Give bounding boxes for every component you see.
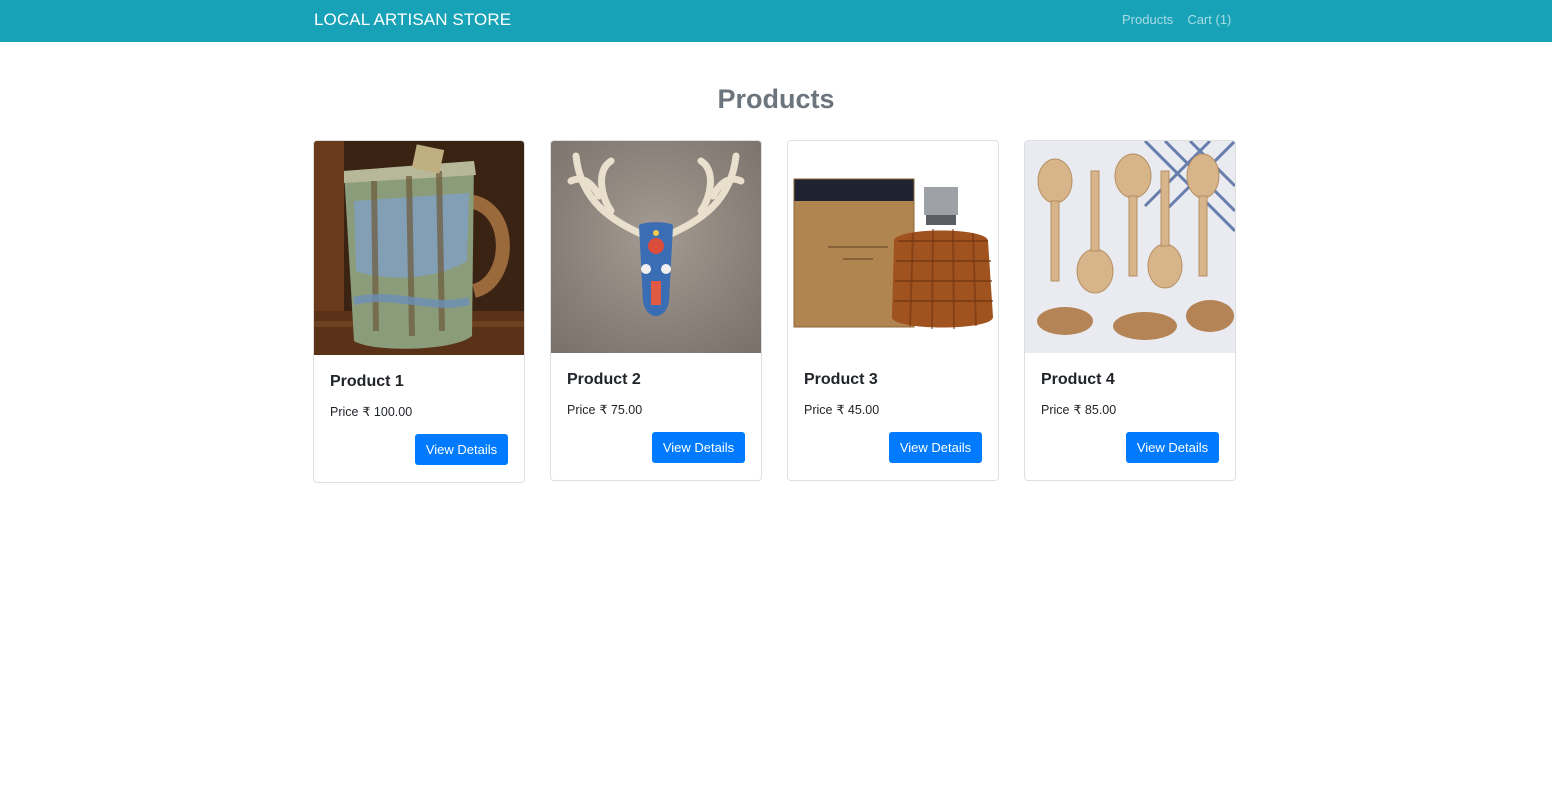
- page-title: Products: [717, 84, 835, 114]
- top-navbar: LOCAL ARTISAN STORE Products Cart (1): [0, 0, 1552, 42]
- price-value: ₹ 85.00: [1073, 403, 1117, 417]
- view-details-button[interactable]: View Details: [889, 432, 982, 463]
- price-value: ₹ 100.00: [362, 405, 413, 419]
- price-value: ₹ 75.00: [599, 403, 643, 417]
- view-details-button[interactable]: View Details: [652, 432, 745, 463]
- view-details-button[interactable]: View Details: [415, 434, 508, 465]
- view-details-button[interactable]: View Details: [1126, 432, 1219, 463]
- product-card: Product 2 Price ₹ 75.00 View Details: [550, 140, 762, 481]
- price-label: Price: [330, 405, 359, 419]
- product-price: Price ₹ 75.00: [567, 402, 642, 417]
- price-label: Price: [1041, 403, 1070, 417]
- product-image-beaded-antler-skull: [551, 141, 761, 353]
- product-card: Product 4 Price ₹ 85.00 View Details: [1024, 140, 1236, 481]
- product-title: Product 4: [1041, 371, 1115, 388]
- product-title: Product 2: [567, 371, 641, 388]
- brand-logo-link[interactable]: LOCAL ARTISAN STORE: [314, 10, 511, 30]
- product-image-wooden-spoons: [1025, 141, 1235, 353]
- price-value: ₹ 45.00: [836, 403, 880, 417]
- product-image-ceramic-pitcher: [314, 141, 524, 355]
- product-price: Price ₹ 100.00: [330, 404, 412, 419]
- product-title: Product 3: [804, 371, 878, 388]
- nav-links: Products Cart (1): [1122, 12, 1231, 27]
- nav-link-products[interactable]: Products: [1122, 12, 1173, 27]
- product-card: Product 3 Price ₹ 45.00 View Details: [787, 140, 999, 481]
- price-label: Price: [804, 403, 833, 417]
- product-price: Price ₹ 85.00: [1041, 402, 1116, 417]
- product-price: Price ₹ 45.00: [804, 402, 879, 417]
- nav-link-cart[interactable]: Cart (1): [1187, 12, 1231, 27]
- product-card: Product 1 Price ₹ 100.00 View Details: [313, 140, 525, 483]
- price-label: Price: [567, 403, 596, 417]
- product-image-perfume-bottle-box: [788, 141, 998, 353]
- product-title: Product 1: [330, 373, 404, 390]
